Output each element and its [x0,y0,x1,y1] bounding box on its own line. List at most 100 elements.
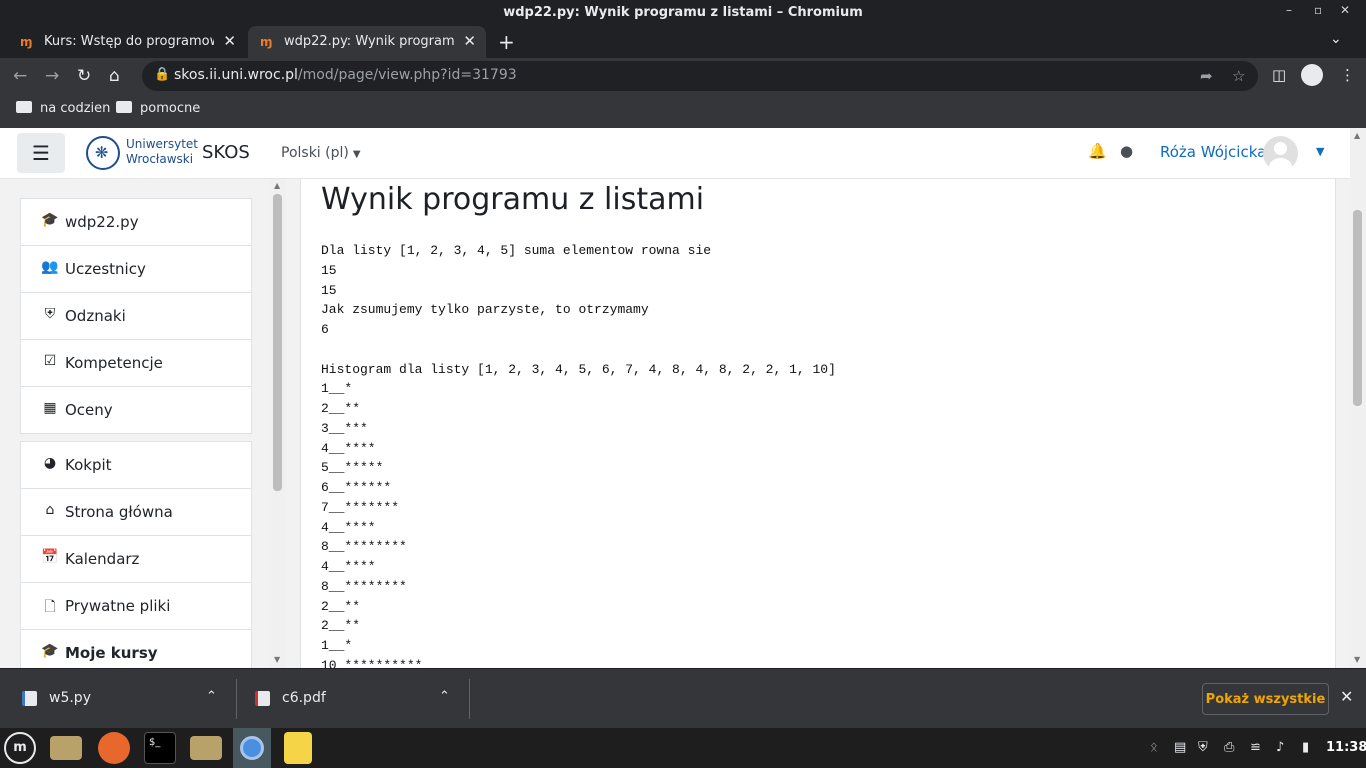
star-icon[interactable]: ☆ [1232,67,1245,85]
main-content: Wynik programu z listami Dla listy [1, 2… [300,179,1336,668]
bookmarks-bar: na codzien pomocne [0,94,1366,129]
close-window-icon[interactable]: ✕ [1340,3,1350,17]
output-line: 8__******** [321,578,407,594]
nav-item-private-files[interactable]: 🗋 Prywatne pliki [21,583,251,630]
output-line: 6 [321,322,329,337]
wifi-icon[interactable]: ≌ [1250,740,1261,755]
tab-kurs[interactable]: ɱ Kurs: Wstęp do programowani ✕ [8,26,246,58]
output-line: 4__**** [321,559,376,574]
course-navigation: 🎓 wdp22.py 👥 Uczestnicy ⛨ Odznaki ☑ Kompeten… [20,198,252,434]
sidebar-scrollbar[interactable]: ▲ ▼ [270,179,286,668]
file-icon: 🗋 [44,599,56,615]
battery-icon[interactable]: ▮ [1302,740,1309,755]
home-icon[interactable]: ⌂ [109,66,120,86]
university-logo-text[interactable]: Uniwersytet Wrocławski [126,137,198,167]
dashboard-icon: ◕ [43,455,57,471]
download-item-c6[interactable]: c6.pdf ⌃ [233,669,469,729]
university-logo-icon[interactable]: ❋ [86,136,120,170]
address-bar[interactable]: 🔒 skos.ii.uni.wroc.pl/mod/page/view.php?… [142,61,1258,91]
clipboard-icon[interactable]: ▤ [1174,740,1186,755]
window-title-bar: wdp22.py: Wynik programu z listami – Chr… [0,0,1366,26]
folder-icon [16,101,32,113]
moodle-favicon-icon: ɱ [20,35,33,49]
bookmark-folder-na-codzien[interactable]: na codzien [16,101,110,116]
moodle-favicon-icon: ɱ [260,35,273,49]
output-line: 10_********** [321,657,423,668]
profile-icon[interactable] [1301,64,1323,86]
avatar[interactable] [1263,136,1298,171]
download-item-w5[interactable]: w5.py ⌃ [0,669,236,729]
scroll-up-icon[interactable]: ▲ [274,181,280,190]
site-navigation: ◕ Kokpit ⌂ Strona główna 📅 Kalendarz 🗋 Prywa… [20,441,252,677]
taskbar: m $_ ᛟ ▤ ⛨ ⎙ ≌ ♪ ▮ 11:38 [0,728,1366,768]
bell-icon[interactable]: 🔔 [1088,142,1107,160]
show-all-downloads-button[interactable]: Pokaż wszystkie [1202,683,1329,715]
user-menu-caret-icon[interactable]: ▼ [1316,145,1324,158]
nav-item-calendar[interactable]: 📅 Kalendarz [21,536,251,583]
nav-item-competencies[interactable]: ☑ Kompetencje [21,340,251,387]
share-icon[interactable]: ➦ [1200,67,1213,85]
bookmark-folder-pomocne[interactable]: pomocne [116,101,200,116]
chromium-active-icon[interactable] [233,728,271,768]
program-output: Dla listy [1, 2, 3, 4, 5] suma elementow… [321,241,836,668]
scroll-up-icon[interactable]: ▲ [1354,131,1360,140]
forward-arrow-icon[interactable]: → [45,66,59,86]
output-line: 6__****** [321,480,392,495]
show-desktop-icon[interactable] [50,736,82,760]
nav-item-badges[interactable]: ⛨ Odznaki [21,293,251,340]
close-tab-icon[interactable]: ✕ [223,32,236,50]
shield-icon[interactable]: ⛨ [1198,740,1208,755]
nav-item-participants[interactable]: 👥 Uczestnicy [21,246,251,293]
text-editor-icon[interactable] [284,732,312,764]
output-line: 4__**** [321,519,376,535]
close-icon[interactable]: ✕ [1340,687,1353,706]
tab-wynik[interactable]: ɱ wdp22.py: Wynik programu z li ✕ [248,26,486,58]
terminal-icon[interactable]: $_ [144,732,176,764]
divider [469,679,470,719]
menu-dots-icon[interactable]: ⋮ [1340,66,1355,84]
nav-item-dashboard[interactable]: ◕ Kokpit [21,442,251,489]
chevron-down-icon[interactable]: ⌄ [1330,31,1342,47]
page-scrollbar[interactable]: ▲ ▼ [1350,128,1366,668]
folder-icon [116,101,132,113]
output-line: 15 [321,282,337,298]
nav-item-course[interactable]: 🎓 wdp22.py [21,199,251,246]
printer-icon[interactable]: ⎙ [1224,740,1234,755]
new-tab-icon[interactable]: + [498,30,515,54]
output-line: 7__******* [321,499,400,515]
nav-item-grades[interactable]: ▦ Oceny [21,387,251,433]
files-icon[interactable] [190,736,222,760]
pdf-file-icon [255,691,270,706]
language-selector[interactable]: Polski (pl) ▼ [281,145,361,161]
scroll-down-icon[interactable]: ▼ [274,655,280,664]
checkbox-icon: ☑ [43,353,57,369]
scrollbar-thumb[interactable] [273,194,282,491]
output-line: Dla listy [1, 2, 3, 4, 5] suma elementow… [321,243,712,258]
clock: 11:38 [1326,740,1366,755]
sidebar-toggle-icon[interactable]: ◫ [1272,66,1286,84]
site-name[interactable]: SKOS [202,142,250,163]
chevron-up-icon[interactable]: ⌃ [206,689,217,704]
user-name[interactable]: Róża Wójcicka [1160,143,1266,161]
chevron-up-icon[interactable]: ⌃ [439,689,450,704]
volume-muted-icon[interactable]: ♪ [1276,740,1284,755]
nav-item-home[interactable]: ⌂ Strona główna [21,489,251,536]
shield-icon: ⛨ [44,306,56,322]
output-line: 8__******** [321,539,407,555]
scroll-down-icon[interactable]: ▼ [1354,655,1360,664]
output-line: 4__**** [321,440,376,456]
output-line: 15 [321,262,337,278]
minimize-icon[interactable]: – [1286,3,1292,17]
firefox-icon[interactable] [98,732,130,764]
scrollbar-thumb[interactable] [1353,210,1362,406]
mint-menu-icon[interactable]: m [4,732,36,764]
chat-icon[interactable]: ● [1120,142,1133,160]
reload-icon[interactable]: ↻ [77,66,91,86]
hamburger-menu-button[interactable]: ☰ [17,133,65,173]
caret-down-icon: ▼ [352,149,361,160]
bluetooth-icon[interactable]: ᛟ [1150,740,1158,755]
restore-icon[interactable]: ▫ [1314,3,1322,17]
back-arrow-icon[interactable]: ← [13,66,27,86]
close-tab-icon[interactable]: ✕ [463,32,476,50]
tab-strip: ɱ Kurs: Wstęp do programowani ✕ ɱ wdp22.… [0,26,1366,58]
